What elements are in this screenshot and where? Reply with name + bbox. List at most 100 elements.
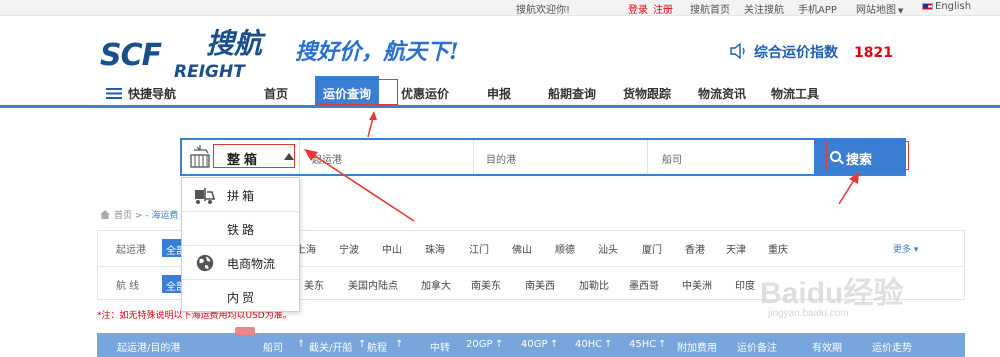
more-button[interactable]: 更多 ▾ [893,242,918,255]
pol-option[interactable]: 江门 [469,241,489,256]
login-link[interactable]: 登录 [628,1,648,16]
index-label: 综合运价指数 [754,45,838,61]
route-option[interactable]: 加勒比 [579,277,609,292]
pol-option[interactable]: 厦门 [642,241,662,256]
main-nav: 快捷导航 首页 运价查询 优惠运价 申报 船期查询 货物跟踪 物流资讯 物流工具 [0,76,1000,108]
slogan: 搜好价，航天下! [295,39,459,65]
th-surcharge: 附加费用 [677,343,717,354]
sort-icon: ↑ [495,339,504,350]
tab-discount-rates[interactable]: 优惠运价 [401,85,449,102]
dropdown-option-lcl[interactable]: 拼箱 [182,178,299,212]
sort-icon: ↑ [658,339,667,350]
th-route[interactable]: 起运港/目的港 [117,339,180,354]
tab-logistics-news[interactable]: 物流资讯 [698,85,746,102]
route-option[interactable]: 印度 [735,277,755,292]
annotation-arrow-icon-2 [304,149,415,222]
index-value: 1821 [854,45,893,61]
pol-filter-label: 起运港 [116,245,146,256]
menu-icon [106,88,122,99]
breadcrumb-home[interactable]: 首页 [114,211,132,221]
route-filter-label: 航 线 [116,281,140,292]
route-option[interactable]: 美东 [304,277,324,292]
th-40gp[interactable]: 40GP [521,339,548,350]
forklift-icon [195,188,215,204]
dropdown-option-domestic[interactable]: 内贸 [182,280,299,314]
route-option[interactable]: 美国内陆点 [348,277,398,292]
top-utility-bar: 搜航欢迎你! 登录 注册 搜航首页 关注搜航 手机APP 网站地图 ▼ Engli… [0,0,1000,16]
carrier-placeholder: 船司 [662,155,682,166]
carrier-input[interactable]: 船司 [648,140,822,174]
watermark-sub: jingyan.baidu.com [768,308,849,319]
th-20gp[interactable]: 20GP [466,339,493,350]
th-45hc[interactable]: 45HC [629,339,656,350]
sort-icon: ↑ [297,339,306,350]
tab-schedule-query[interactable]: 船期查询 [548,85,596,102]
pol-option[interactable]: 佛山 [512,241,532,256]
pol-option[interactable]: 汕头 [598,241,618,256]
breadcrumb-current: - 海运费 [145,211,179,221]
sort-icon: ↑ [550,339,559,350]
app-link[interactable]: 手机APP [798,1,837,16]
dropdown-option-label: 内贸 [227,291,258,305]
annotation-arrow-icon [367,111,377,138]
sitemap-label: 网站地图 [856,5,896,16]
welcome-text: 搜航欢迎你! [516,5,571,16]
globe-icon [196,254,214,272]
route-option[interactable]: 南美西 [525,277,555,292]
dropdown-option-ecommerce[interactable]: 电商物流 [182,246,299,280]
sort-icon: ↑ [358,339,367,350]
site-logo[interactable]: SCF REIGHT 搜航 [100,22,270,82]
pol-option[interactable]: 珠海 [425,241,445,256]
pol-option[interactable]: 香港 [685,241,705,256]
container-crane-icon [190,145,210,168]
pod-input[interactable]: 目的港 [474,140,648,174]
th-transship: 中转 [430,343,450,354]
speaker-icon [730,43,745,59]
tab-home[interactable]: 首页 [264,85,288,102]
sort-icon: ↑ [604,339,613,350]
quick-nav-button[interactable]: 快捷导航 [106,85,176,102]
th-40hc[interactable]: 40HC [575,339,602,350]
baidu-watermark: Baidu经验 jingyan.baidu.com [760,268,960,348]
caret-down-icon: ▼ [898,7,904,15]
pod-placeholder: 目的港 [486,155,516,166]
hot-badge [235,327,255,335]
tab-declaration[interactable]: 申报 [487,85,511,102]
annotation-arrow-icon-3 [838,172,859,205]
logo-cn-text: 搜航 [206,27,263,60]
watermark-main: Baidu经验 [760,277,904,310]
route-option[interactable]: 加拿大 [421,277,451,292]
pol-option[interactable]: 天津 [726,241,746,256]
cargo-type-dropdown: 拼箱 铁路 电商物流 内贸 [181,177,300,312]
pol-option[interactable]: 中山 [382,241,402,256]
breadcrumb-sep: > [134,211,143,221]
route-option[interactable]: 南美东 [471,277,501,292]
route-option[interactable]: 墨西哥 [629,277,659,292]
pol-option[interactable]: 宁波 [339,241,359,256]
freight-index[interactable]: 综合运价指数 1821 [730,42,893,62]
caret-down-icon: ▾ [913,245,919,255]
dropdown-option-label: 铁路 [227,223,258,237]
th-cutoff[interactable]: 截关/开船 [309,339,352,354]
highlight-box-tab [317,79,398,105]
more-label: 更多 [893,245,912,255]
home-icon [100,210,110,219]
register-link[interactable]: 注册 [653,1,673,16]
pol-option[interactable]: 重庆 [768,241,788,256]
tab-cargo-tracking[interactable]: 货物跟踪 [623,85,671,102]
sitemap-menu[interactable]: 网站地图 ▼ [856,1,903,16]
language-link[interactable]: English [922,1,971,12]
pol-option[interactable]: 顺德 [555,241,575,256]
tab-logistics-tools[interactable]: 物流工具 [771,85,819,102]
dropdown-option-label: 电商物流 [227,257,276,271]
follow-link[interactable]: 关注搜航 [744,1,784,16]
sort-icon: ↑ [395,339,404,350]
th-carrier[interactable]: 船司 [263,339,283,354]
highlight-box-search [826,141,909,170]
th-transit[interactable]: 航程 [367,339,387,354]
home-link[interactable]: 搜航首页 [690,1,730,16]
dropdown-option-rail[interactable]: 铁路 [182,212,299,246]
logo-main-text: SCF [100,38,162,73]
route-option[interactable]: 中美洲 [682,277,712,292]
dropdown-option-label: 拼箱 [227,189,258,203]
